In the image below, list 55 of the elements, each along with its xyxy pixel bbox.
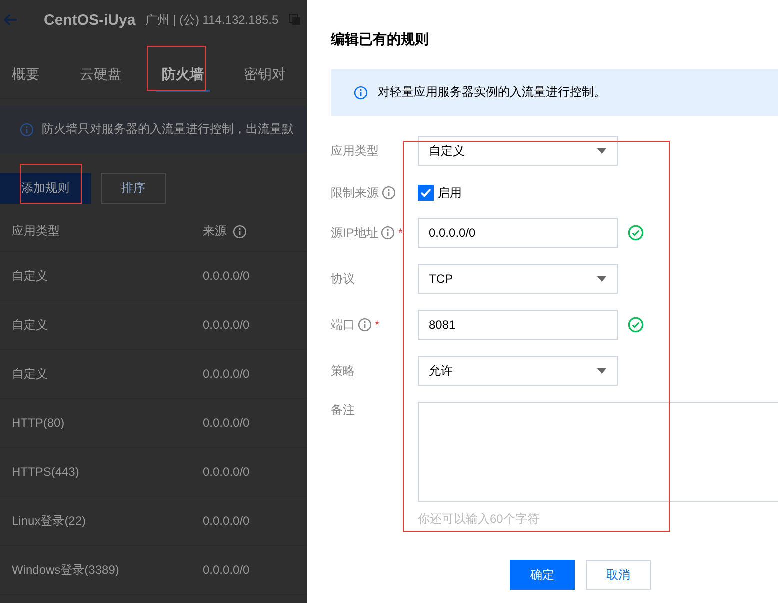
field-label: 限制来源 — [331, 184, 379, 202]
checkbox[interactable] — [418, 185, 434, 201]
column-header: 应用类型 — [12, 224, 60, 238]
caret-icon — [597, 148, 607, 154]
highlight-frame — [20, 164, 82, 204]
column-header: 来源 — [203, 223, 227, 240]
required-mark: * — [375, 318, 380, 332]
table-cell-text: Linux登录(22) — [11, 512, 88, 530]
server-location-ip: 广州 | (公) 114.132.185.5 — [146, 12, 279, 28]
tab[interactable]: 概要 — [6, 66, 46, 92]
table-cell: 0.0.0.0/0 — [203, 318, 250, 332]
add-rule-button[interactable]: 添加规则 — [0, 173, 91, 204]
table-cell-text: Windows登录(3389) — [11, 562, 120, 578]
table-cell-text: HTTP(80) — [11, 416, 66, 430]
confirm-button[interactable]: 确定 — [510, 560, 575, 590]
table-cell-text: 自定义 — [11, 268, 49, 284]
remark-field[interactable] — [418, 402, 778, 502]
field-label: 备注 — [331, 402, 355, 419]
table-cell-text: 自定义 — [11, 366, 49, 382]
table-cell: 0.0.0.0/0 — [203, 416, 250, 430]
field-label: 协议 — [331, 270, 355, 288]
input-field[interactable]: 8081 — [418, 310, 618, 340]
table-cell-text: HTTPS(443) — [11, 465, 80, 479]
select-field[interactable]: 自定义 — [418, 136, 618, 166]
field-label: 源IP地址 — [331, 224, 378, 242]
field-label: 应用类型 — [331, 142, 379, 160]
caret-icon — [597, 368, 607, 374]
sort-button[interactable]: 排序 — [101, 173, 166, 204]
tab[interactable]: 防火墙 — [156, 66, 210, 92]
dialog-title: 编辑已有的规则 — [331, 31, 430, 49]
back-arrow-icon[interactable] — [4, 14, 18, 26]
table-cell-text: 自定义 — [11, 316, 49, 334]
checkbox-label: 启用 — [438, 184, 462, 202]
caret-icon — [597, 276, 607, 282]
input-field[interactable]: 0.0.0.0/0 — [418, 218, 618, 248]
required-mark: * — [398, 226, 404, 240]
table-cell: 0.0.0.0/0 — [203, 563, 250, 577]
info-icon — [354, 86, 368, 100]
table-cell: 0.0.0.0/0 — [203, 367, 250, 381]
table-cell: 0.0.0.0/0 — [203, 269, 250, 283]
highlight-frame — [147, 46, 206, 91]
server-name: CentOS-iUya — [44, 12, 136, 28]
field-label: 策略 — [331, 362, 355, 380]
notice-text: 防火墙只对服务器的入流量进行控制，出流量默 — [42, 121, 294, 138]
notice-text: 对轻量应用服务器实例的入流量进行控制。 — [378, 84, 606, 101]
tab[interactable]: 云硬盘 — [74, 66, 128, 92]
select-field[interactable]: 允许 — [418, 356, 618, 386]
select-field[interactable]: TCP — [418, 264, 618, 294]
cancel-button[interactable]: 取消 — [586, 560, 651, 590]
info-icon — [20, 122, 34, 136]
char-count-hint: 你还可以输入60个字符 — [418, 511, 540, 528]
field-label: 端口 — [331, 316, 355, 334]
table-cell: 0.0.0.0/0 — [203, 514, 250, 528]
tab[interactable]: 密钥对 — [238, 66, 292, 92]
table-cell: 0.0.0.0/0 — [203, 465, 250, 479]
